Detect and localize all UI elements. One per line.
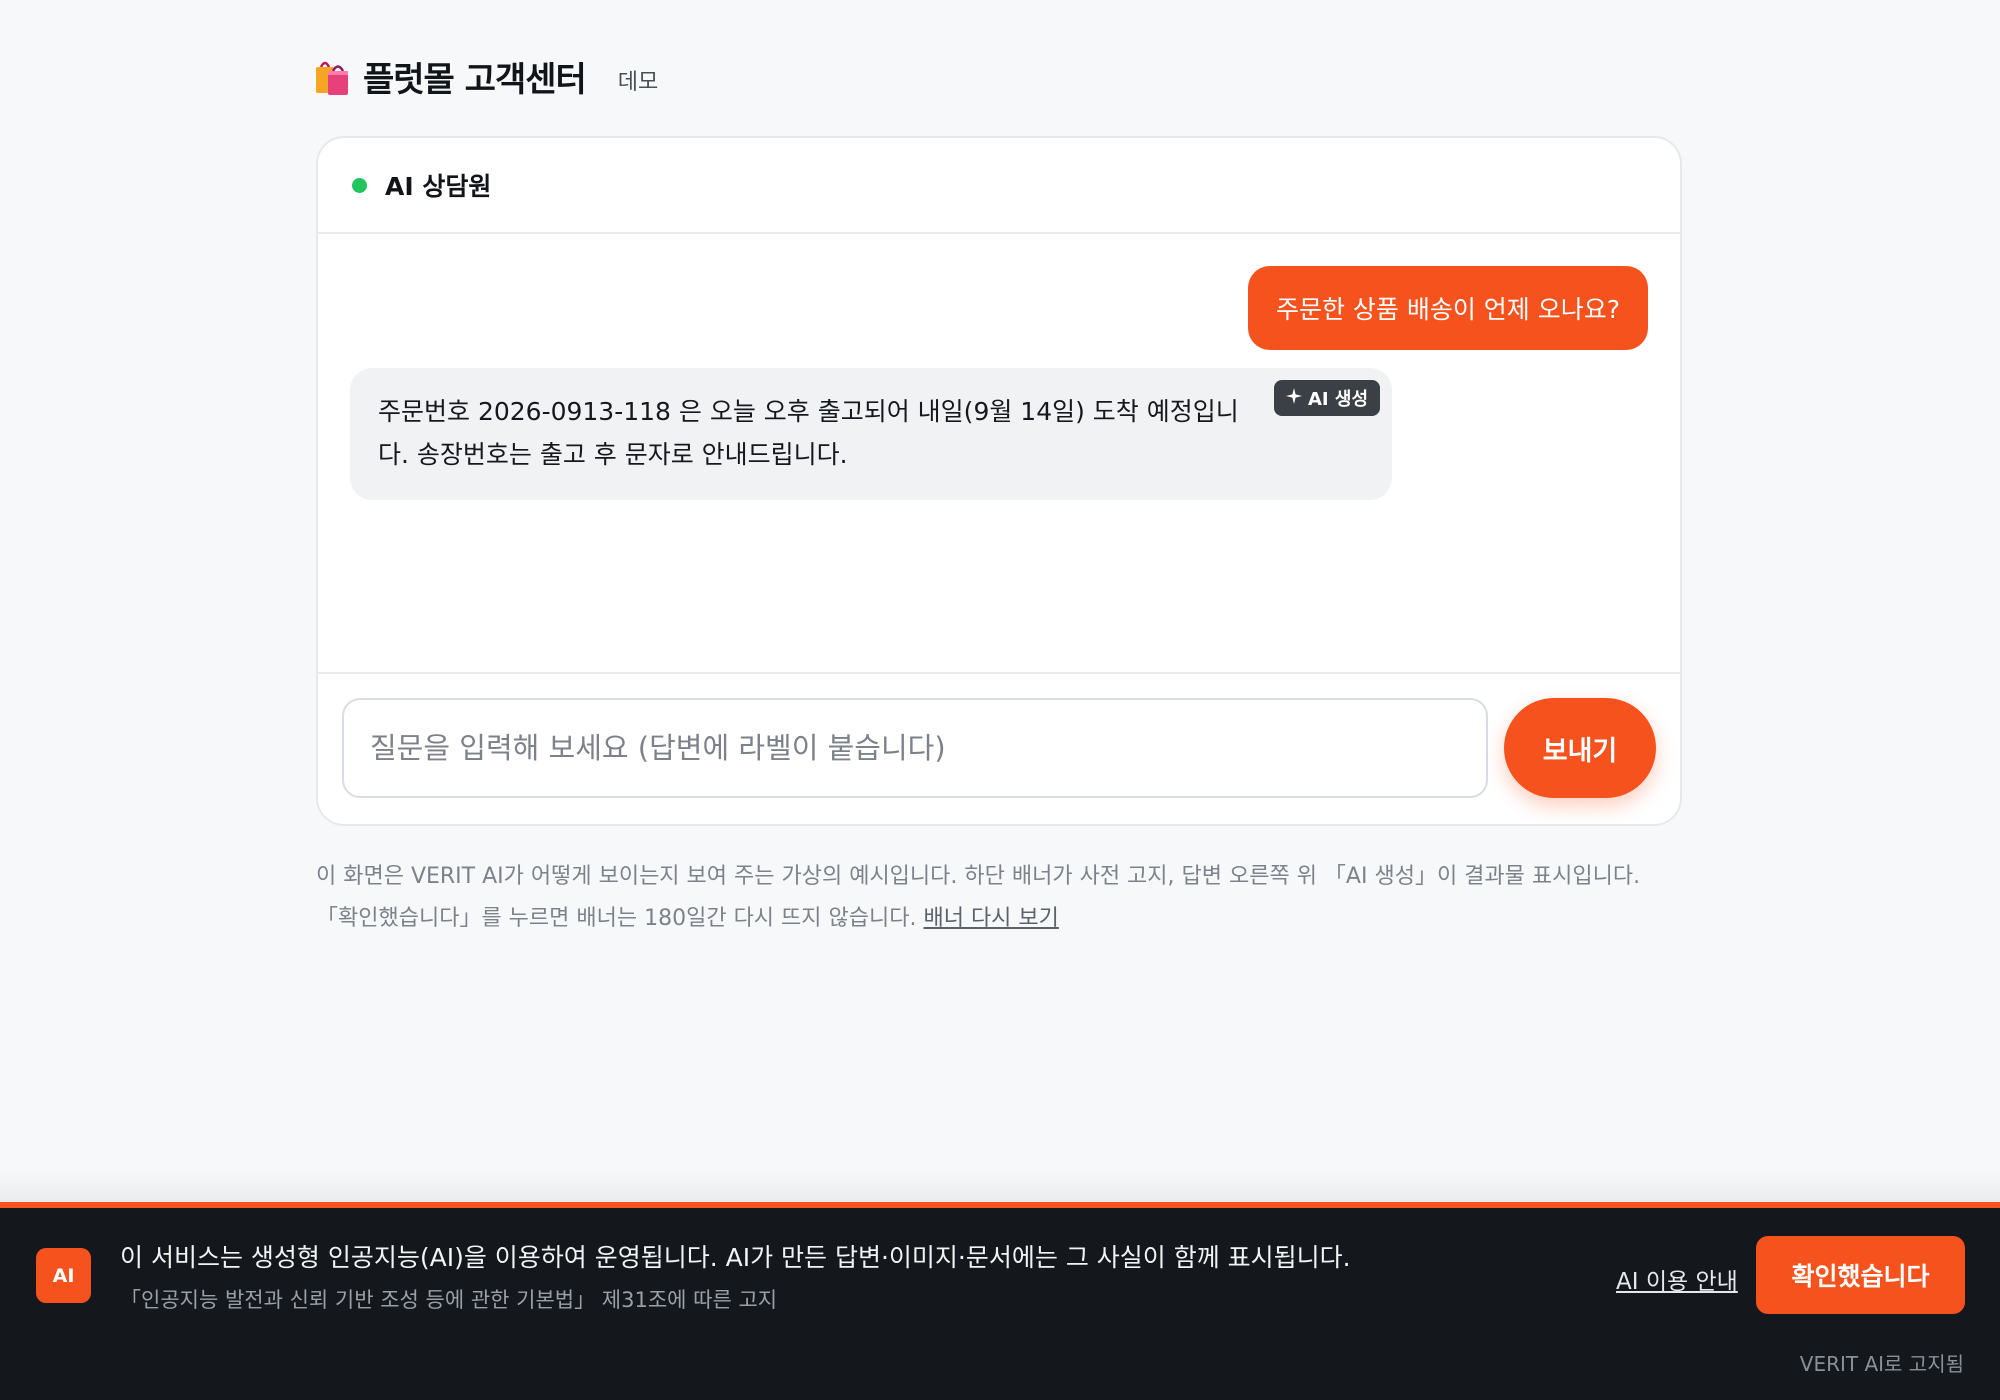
user-message-bubble: 주문한 상품 배송이 언제 오나요? [1247,266,1648,350]
banner-legal-text: 「인공지능 발전과 신뢰 기반 조성 등에 관한 기본법」 제31조에 따른 고… [120,1288,778,1312]
ai-message-bubble: 주문번호 2026-0913-118 은 오늘 오후 출고되어 내일(9월 14… [350,368,1392,500]
chat-composer: 보내기 [318,672,1680,824]
page-title: 플럿몰 고객센터 [363,60,587,100]
ai-generated-badge-label: AI 생성 [1307,389,1368,410]
send-button[interactable]: 보내기 [1504,698,1656,798]
ai-badge-icon: AI [36,1248,91,1303]
shopping-bags-icon [315,57,349,97]
question-input[interactable] [342,698,1488,798]
page: 플럿몰 고객센터 데모 AI 상담원 주문한 상품 배송이 언제 오나요? 주문… [0,0,2000,1400]
chat-header: AI 상담원 [318,138,1680,234]
sparkle-icon [1285,387,1302,409]
ai-notice-banner: AI 이 서비스는 생성형 인공지능(AI)을 이용하여 운영됩니다. AI가 … [0,1202,2000,1400]
banner-shadow [0,1168,2000,1202]
ai-generated-badge: AI 생성 [1273,380,1380,416]
chat-messages: 주문한 상품 배송이 언제 오나요? 주문번호 2026-0913-118 은 … [318,234,1680,674]
confirm-button[interactable]: 확인했습니다 [1756,1236,1965,1314]
show-banner-again-link[interactable]: 배너 다시 보기 [923,906,1058,931]
agent-name: AI 상담원 [385,172,492,201]
banner-main-text: 이 서비스는 생성형 인공지능(AI)을 이용하여 운영됩니다. AI가 만든 … [120,1243,1351,1272]
ai-usage-guide-link[interactable]: AI 이용 안내 [1616,1262,1738,1296]
ai-message-text: 주문번호 2026-0913-118 은 오늘 오후 출고되어 내일(9월 14… [378,397,1239,469]
demo-tag: 데모 [617,69,659,95]
demo-footnote: 이 화면은 VERIT AI가 어떻게 보이는지 보여 주는 가상의 예시입니다… [316,856,1682,940]
online-status-dot [352,177,367,193]
brand-header: 플럿몰 고객센터 데모 [315,52,658,101]
chat-panel: AI 상담원 주문한 상품 배송이 언제 오나요? 주문번호 2026-0913… [316,136,1682,826]
verit-credit: VERIT AI로 고지됨 [1799,1352,1964,1376]
